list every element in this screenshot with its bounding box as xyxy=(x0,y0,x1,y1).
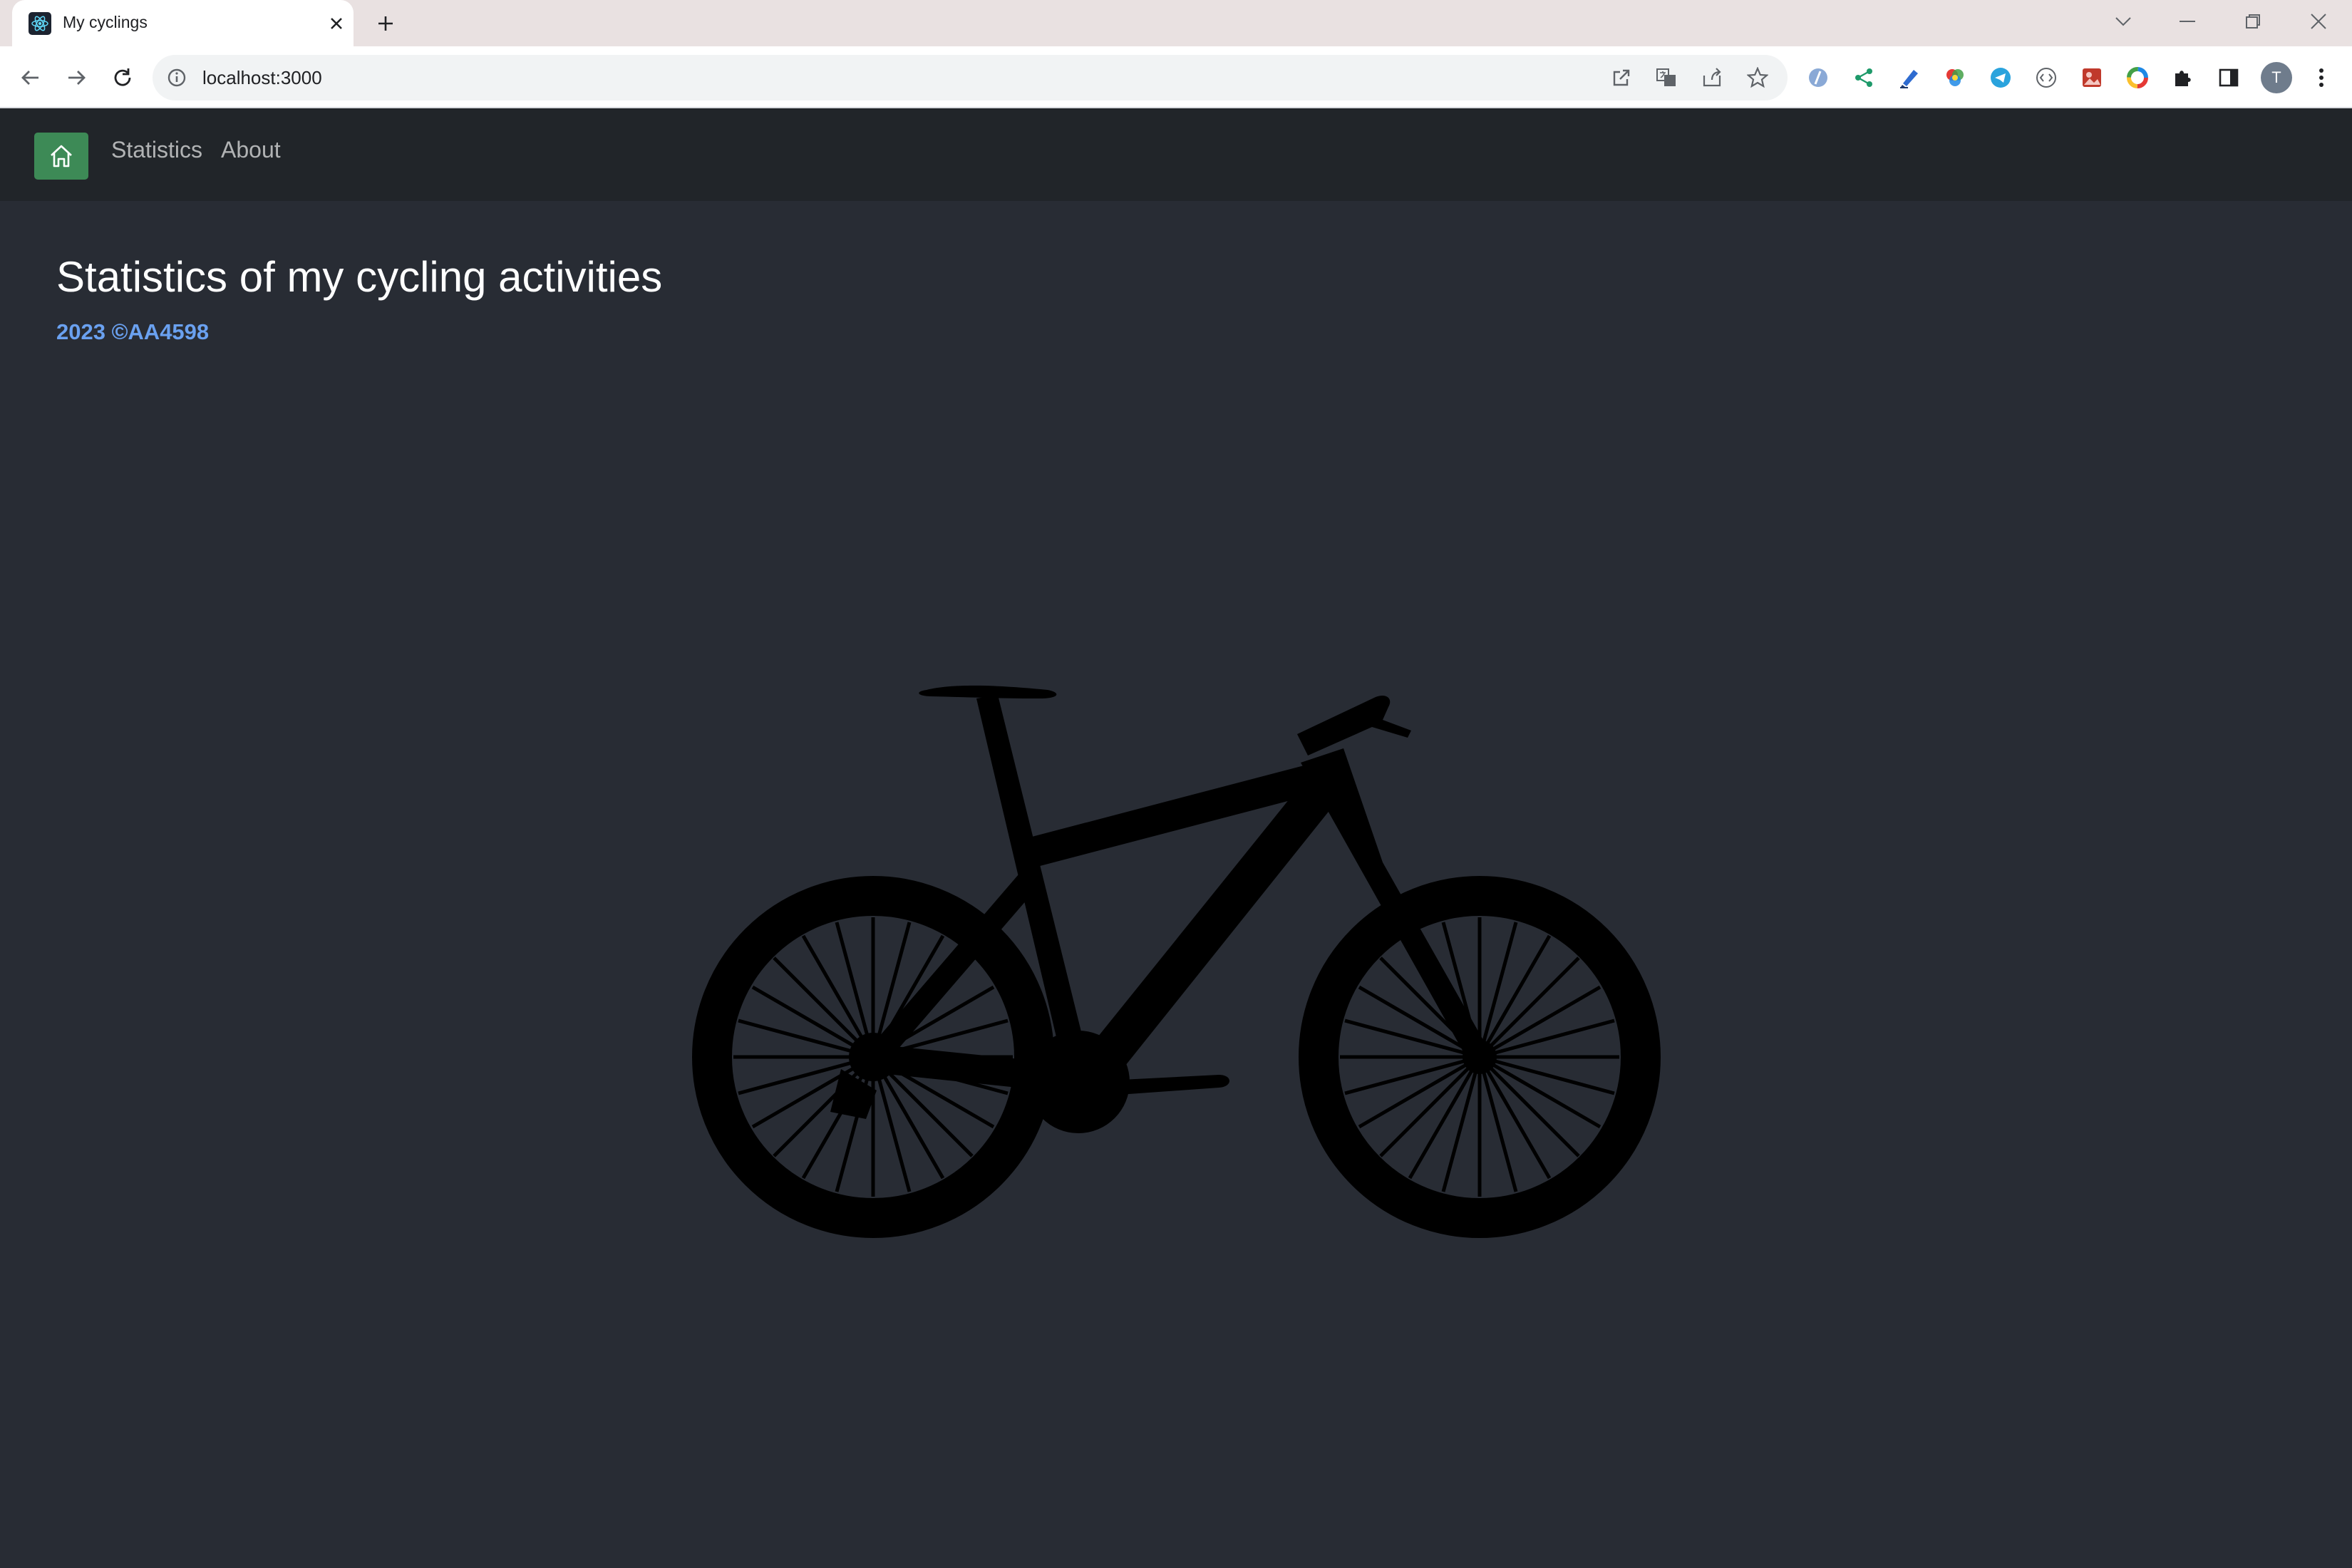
bicycle-icon xyxy=(692,685,1661,1238)
browser-toolbar: localhost:3000 T xyxy=(0,46,2352,108)
open-external-icon[interactable] xyxy=(1608,64,1635,91)
plus-icon[interactable] xyxy=(371,9,401,38)
close-icon[interactable] xyxy=(2301,6,2336,37)
close-icon[interactable] xyxy=(322,9,351,38)
page-title: Statistics of my cycling activities xyxy=(56,253,663,301)
code-brackets-icon[interactable] xyxy=(2033,64,2060,91)
url-text[interactable]: localhost:3000 xyxy=(202,67,322,89)
tab-title: My cyclings xyxy=(63,13,148,31)
address-bar[interactable]: localhost:3000 xyxy=(153,55,1788,100)
info-icon[interactable] xyxy=(165,66,188,89)
nav-link-statistics[interactable]: Statistics xyxy=(111,137,202,163)
chevron-down-icon[interactable] xyxy=(2105,6,2141,37)
highlighter-icon[interactable] xyxy=(1896,64,1923,91)
back-arrow-icon[interactable] xyxy=(14,61,48,95)
restore-icon[interactable] xyxy=(2235,6,2271,37)
browser-tabbar: My cyclings xyxy=(0,0,2352,46)
nav-link-about[interactable]: About xyxy=(221,137,281,163)
profile-initial: T xyxy=(2271,68,2281,86)
reload-icon[interactable] xyxy=(105,61,140,95)
forward-arrow-icon[interactable] xyxy=(59,61,93,95)
side-panel-icon[interactable] xyxy=(2215,64,2242,91)
telegram-icon[interactable] xyxy=(1987,64,2014,91)
more-vert-icon[interactable] xyxy=(2308,64,2335,91)
extension-1-icon[interactable] xyxy=(1805,64,1832,91)
image-extension-icon[interactable] xyxy=(2078,64,2105,91)
browser-tab[interactable]: My cyclings xyxy=(12,0,354,46)
share-extension-icon[interactable] xyxy=(1850,64,1877,91)
profile-avatar[interactable]: T xyxy=(2261,62,2292,93)
star-icon[interactable] xyxy=(1744,64,1771,91)
minimize-icon[interactable] xyxy=(2170,6,2205,37)
share-icon[interactable] xyxy=(1698,64,1726,91)
react-favicon-icon xyxy=(29,12,51,35)
app-navbar: Statistics About xyxy=(0,108,2352,201)
home-icon xyxy=(51,145,72,167)
color-picker-icon[interactable] xyxy=(1941,64,1969,91)
translate-icon[interactable] xyxy=(1653,64,1680,91)
home-button[interactable] xyxy=(34,133,88,180)
color-wheel-icon[interactable] xyxy=(2124,64,2151,91)
copyright-text: 2023 ©AA4598 xyxy=(56,319,210,344)
extensions-icon[interactable] xyxy=(2170,64,2197,91)
